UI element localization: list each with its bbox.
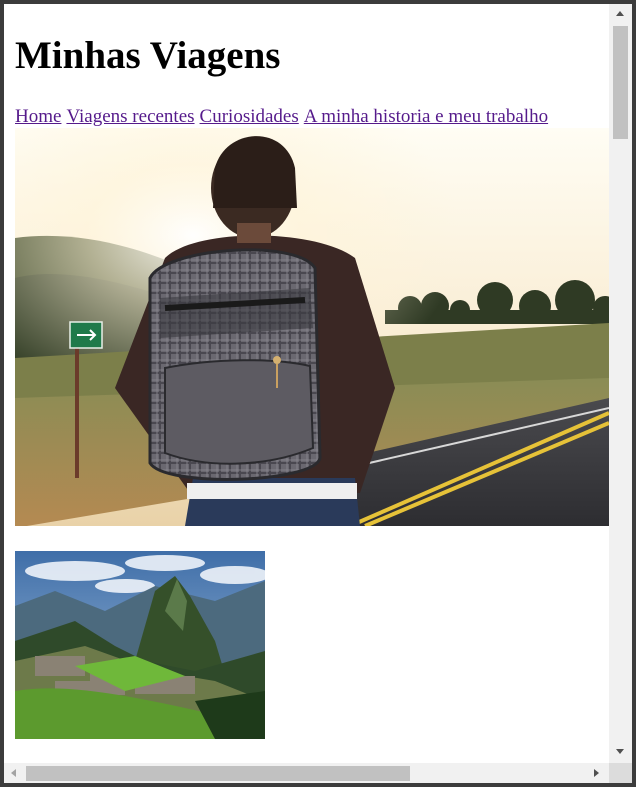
nav-link-curiosidades[interactable]: Curiosidades [200, 106, 299, 127]
scroll-right-icon[interactable] [594, 769, 599, 777]
page-content: Minhas Viagens Home Viagens recentes Curio… [4, 4, 609, 763]
scroll-left-icon[interactable] [11, 769, 16, 777]
hero-image [15, 128, 609, 526]
thumbnail-image [15, 551, 265, 739]
horizontal-scroll-thumb[interactable] [26, 766, 410, 781]
nav-link-viagens-recentes[interactable]: Viagens recentes [66, 106, 194, 127]
scroll-down-icon[interactable] [616, 749, 624, 754]
nav-link-minha-historia[interactable]: A minha historia e meu trabalho [304, 106, 548, 127]
vertical-scroll-thumb[interactable] [613, 26, 628, 139]
vertical-scrollbar[interactable] [609, 4, 632, 763]
browser-window: Minhas Viagens Home Viagens recentes Curio… [4, 4, 632, 783]
page-title: Minhas Viagens [15, 34, 281, 77]
scroll-up-icon[interactable] [616, 11, 624, 16]
scrollbar-corner [609, 763, 632, 783]
nav-link-home[interactable]: Home [15, 106, 61, 127]
horizontal-scrollbar[interactable] [4, 763, 609, 783]
nav-bar: Home Viagens recentes Curiosidades A minha … [15, 105, 553, 129]
